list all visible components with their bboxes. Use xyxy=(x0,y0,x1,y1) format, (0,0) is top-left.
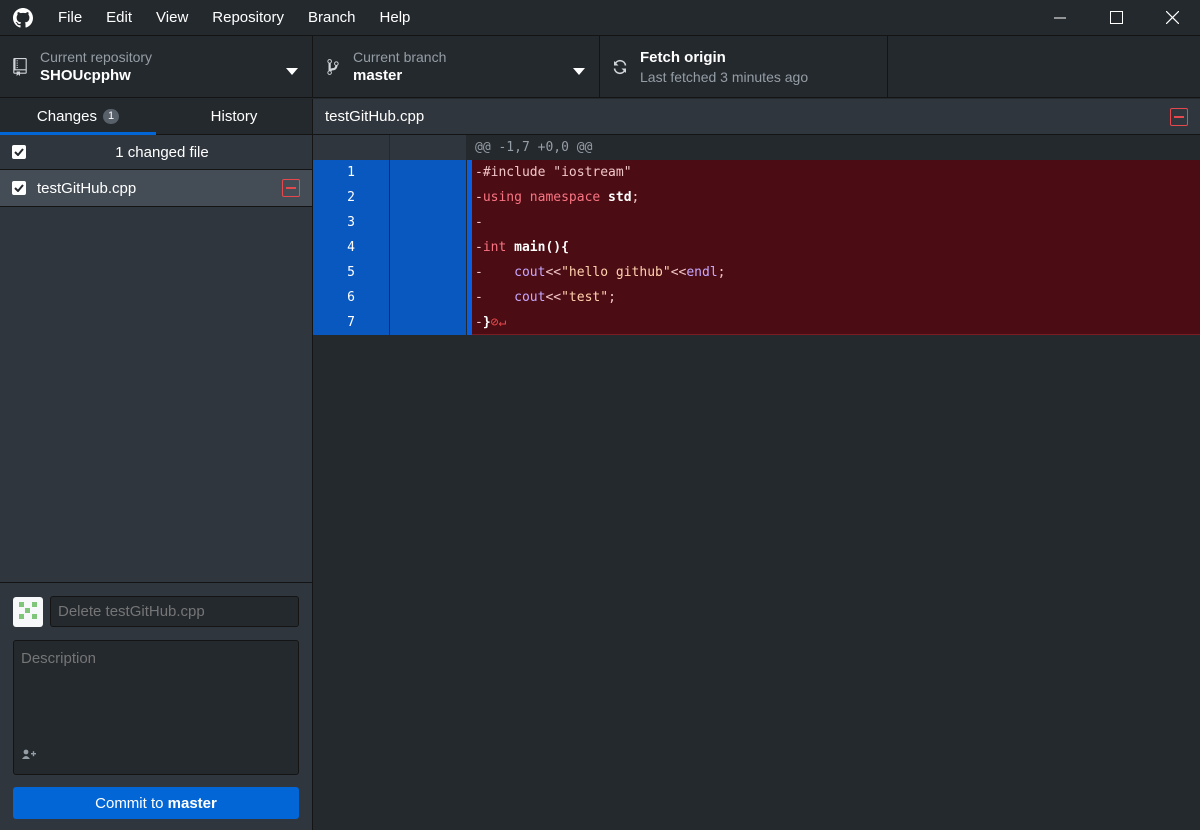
diff-view: @@ -1,7 +0,0 @@ 1 -#include "iostream" 2 -u… xyxy=(313,135,1200,335)
branch-icon xyxy=(313,58,353,76)
menu-bar: File Edit View Repository Branch Help xyxy=(46,0,422,35)
diff-line-code: -}⊘↵ xyxy=(472,310,1200,335)
tab-changes-label: Changes xyxy=(36,108,97,125)
current-branch-button[interactable]: Current branch master xyxy=(313,36,600,97)
github-logo-icon xyxy=(0,0,46,35)
new-line-number xyxy=(390,285,467,310)
menu-edit[interactable]: Edit xyxy=(94,0,144,35)
repo-icon xyxy=(0,57,40,76)
old-line-number: 7 xyxy=(313,310,390,335)
tab-history[interactable]: History xyxy=(156,99,312,134)
old-line-number: 4 xyxy=(313,235,390,260)
diff-line[interactable]: 7 -}⊘↵ xyxy=(313,310,1200,335)
maximize-icon[interactable] xyxy=(1088,0,1144,35)
diff-line-code: -using namespace std; xyxy=(472,185,1200,210)
changed-file-item[interactable]: testGitHub.cpp xyxy=(0,170,312,207)
diff-line-code: - cout<<"hello github"<<endl; xyxy=(472,260,1200,285)
sync-icon xyxy=(600,59,640,75)
add-coauthor-icon[interactable] xyxy=(22,746,36,764)
sidebar: Changes 1 History 1 changed file testGit… xyxy=(0,99,313,830)
minimize-icon[interactable] xyxy=(1032,0,1088,35)
current-repository-label: Current repository xyxy=(40,48,153,65)
current-branch-label: Current branch xyxy=(353,48,447,65)
menu-view[interactable]: View xyxy=(144,0,200,35)
commit-description-box xyxy=(13,640,299,775)
file-deleted-icon xyxy=(1170,108,1188,126)
no-newline-icon: ⊘↵ xyxy=(490,315,507,330)
new-line-number xyxy=(390,260,467,285)
new-line-number xyxy=(390,310,467,335)
new-line-number xyxy=(390,210,467,235)
diff-file-name: testGitHub.cpp xyxy=(325,108,425,125)
fetch-origin-button[interactable]: Fetch origin Last fetched 3 minutes ago xyxy=(600,36,888,97)
menu-branch[interactable]: Branch xyxy=(296,0,368,35)
old-line-number: 3 xyxy=(313,210,390,235)
current-repository-name: SHOUcpphw xyxy=(40,66,131,84)
new-line-number xyxy=(390,160,467,185)
tab-changes[interactable]: Changes 1 xyxy=(0,99,156,135)
title-bar: File Edit View Repository Branch Help xyxy=(0,0,1200,35)
changes-count-badge: 1 xyxy=(102,109,120,124)
diff-line[interactable]: 1 -#include "iostream" xyxy=(313,160,1200,185)
old-line-number: 6 xyxy=(313,285,390,310)
old-line-number: 1 xyxy=(313,160,390,185)
commit-button-prefix: Commit to xyxy=(95,794,168,812)
toolbar: Current repository SHOUcpphw Current bra… xyxy=(0,35,1200,98)
commit-area: Commit to master xyxy=(0,582,312,830)
old-line-number: 5 xyxy=(313,260,390,285)
diff-line-code: -#include "iostream" xyxy=(472,160,1200,185)
menu-file[interactable]: File xyxy=(46,0,94,35)
diff-line-code: - cout<<"test"; xyxy=(472,285,1200,310)
diff-line[interactable]: 4 -int main(){ xyxy=(313,235,1200,260)
commit-description-input[interactable] xyxy=(14,641,298,741)
select-all-checkbox[interactable] xyxy=(12,145,26,159)
new-line-gutter xyxy=(390,135,467,160)
diff-line-code: - xyxy=(472,210,1200,235)
tab-history-label: History xyxy=(210,108,258,125)
commit-button[interactable]: Commit to master xyxy=(13,787,299,819)
file-deleted-icon xyxy=(282,179,300,197)
commit-button-branch: master xyxy=(167,794,217,812)
diff-line[interactable]: 3- xyxy=(313,210,1200,235)
diff-header: testGitHub.cpp xyxy=(313,99,1200,135)
diff-line[interactable]: 5 - cout<<"hello github"<<endl; xyxy=(313,260,1200,285)
hunk-header-text: @@ -1,7 +0,0 @@ xyxy=(475,140,593,155)
commit-summary-input[interactable] xyxy=(50,596,299,627)
caret-down-icon xyxy=(286,62,298,80)
changes-header: 1 changed file xyxy=(0,135,312,170)
old-line-gutter xyxy=(313,135,390,160)
current-repository-button[interactable]: Current repository SHOUcpphw xyxy=(0,36,313,97)
file-checkbox[interactable] xyxy=(12,181,26,195)
checkmark-icon xyxy=(14,148,24,156)
close-icon[interactable] xyxy=(1144,0,1200,35)
menu-help[interactable]: Help xyxy=(368,0,423,35)
new-line-number xyxy=(390,185,467,210)
changed-files-count: 1 changed file xyxy=(115,143,209,161)
diff-hunk-header: @@ -1,7 +0,0 @@ xyxy=(313,135,1200,160)
current-branch-name: master xyxy=(353,66,403,84)
new-line-number xyxy=(390,235,467,260)
window-controls xyxy=(1032,0,1200,35)
fetch-origin-label: Fetch origin xyxy=(640,48,726,66)
changed-file-name: testGitHub.cpp xyxy=(37,179,137,197)
sidebar-tabs: Changes 1 History xyxy=(0,99,312,135)
diff-line[interactable]: 6 - cout<<"test"; xyxy=(313,285,1200,310)
checkmark-icon xyxy=(14,184,24,192)
last-fetched-text: Last fetched 3 minutes ago xyxy=(640,68,809,85)
avatar xyxy=(13,597,43,627)
diff-line[interactable]: 2 -using namespace std; xyxy=(313,185,1200,210)
caret-down-icon xyxy=(573,62,585,80)
menu-repository[interactable]: Repository xyxy=(200,0,296,35)
diff-line-code: -int main(){ xyxy=(472,235,1200,260)
old-line-number: 2 xyxy=(313,185,390,210)
